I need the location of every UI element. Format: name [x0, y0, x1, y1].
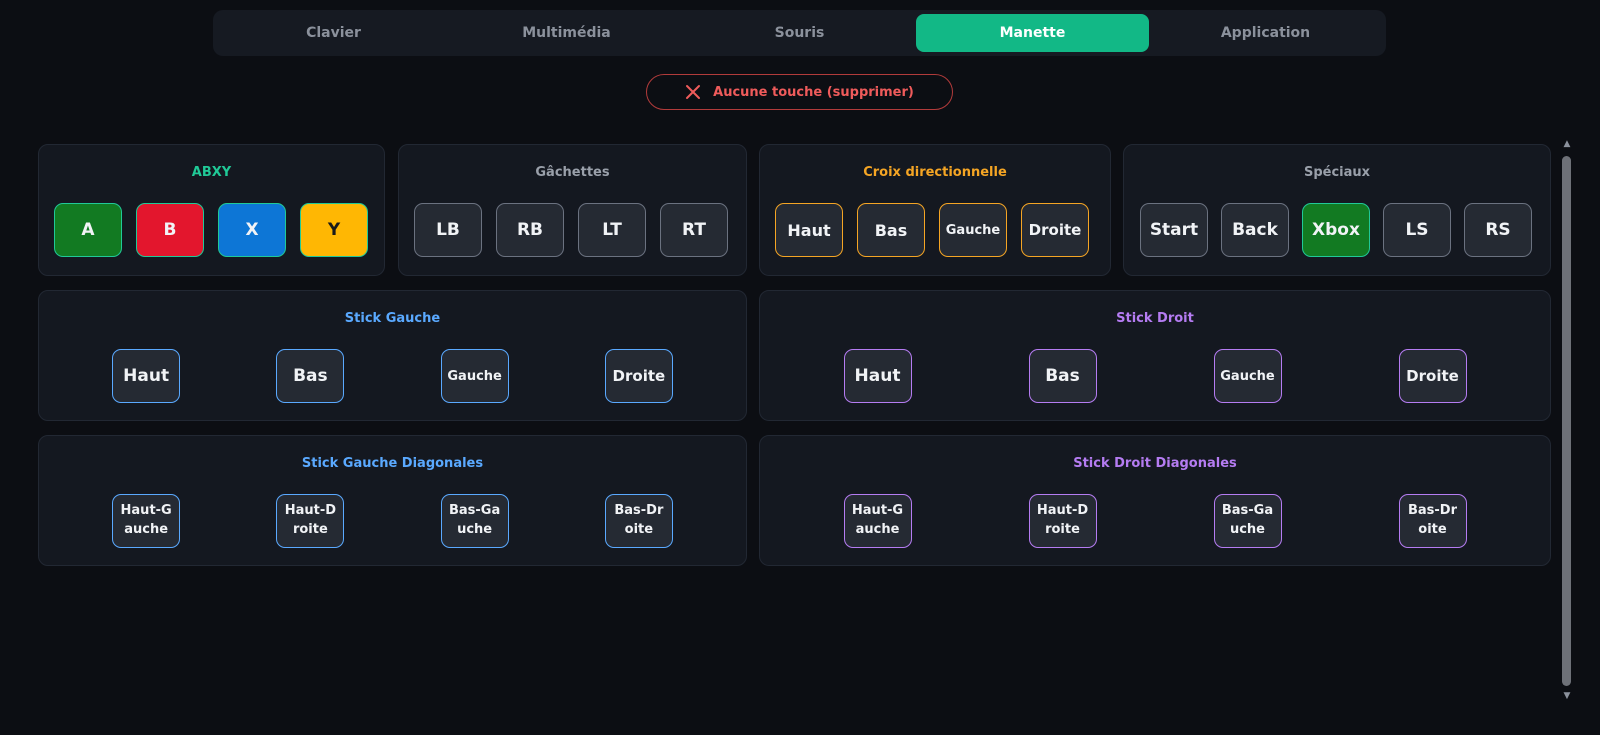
panel-abxy: ABXY ABXY — [38, 144, 385, 276]
key-abxy-y[interactable]: Y — [300, 203, 368, 257]
key-dpad-gauche[interactable]: Gauche — [939, 203, 1007, 257]
scrollbar-thumb[interactable] — [1562, 156, 1571, 686]
key-abxy-b[interactable]: B — [136, 203, 204, 257]
key-left-stick-droite[interactable]: Droite — [604, 349, 673, 403]
tab-souris[interactable]: Souris — [683, 14, 916, 52]
key-triggers-rt[interactable]: RT — [660, 203, 728, 257]
scroll-down-arrow-icon[interactable]: ▼ — [1562, 691, 1572, 701]
key-right-diag-bas-gauche[interactable]: Bas-Ga uche — [1213, 494, 1282, 548]
key-right-diag-bas-droite[interactable]: Bas-Dr oite — [1398, 494, 1467, 548]
tab-manette[interactable]: Manette — [916, 14, 1149, 52]
panel-triggers: Gâchettes LB RB LT RT — [398, 144, 747, 276]
tab-application[interactable]: Application — [1149, 14, 1382, 52]
key-special-rs[interactable]: RS — [1464, 203, 1532, 257]
panel-left-stick: Stick Gauche Haut Bas Gauche Droite — [38, 290, 747, 421]
key-special-back[interactable]: Back — [1221, 203, 1289, 257]
key-left-stick-haut[interactable]: Haut — [112, 349, 181, 403]
key-triggers-lb[interactable]: LB — [414, 203, 482, 257]
panel-right-diagonals: Stick Droit Diagonales Haut-G auche Haut-… — [759, 435, 1551, 566]
panel-title-right-stick: Stick Droit — [1116, 311, 1194, 326]
key-right-diag-haut-gauche[interactable]: Haut-G auche — [843, 494, 912, 548]
key-right-stick-bas[interactable]: Bas — [1028, 349, 1097, 403]
category-tabs: Clavier Multimédia Souris Manette Applic… — [213, 10, 1386, 56]
panel-title-dpad: Croix directionnelle — [863, 165, 1007, 180]
scroll-up-arrow-icon[interactable]: ▲ — [1562, 139, 1572, 149]
tab-multimedia[interactable]: Multimédia — [450, 14, 683, 52]
key-dpad-droite[interactable]: Droite — [1021, 203, 1089, 257]
remove-key-button[interactable]: Aucune touche (supprimer) — [646, 74, 953, 110]
panel-title-triggers: Gâchettes — [535, 165, 610, 180]
key-right-stick-haut[interactable]: Haut — [843, 349, 912, 403]
key-special-start[interactable]: Start — [1140, 203, 1208, 257]
panel-title-right-diagonals: Stick Droit Diagonales — [1073, 456, 1237, 471]
key-triggers-rb[interactable]: RB — [496, 203, 564, 257]
key-right-stick-gauche[interactable]: Gauche — [1213, 349, 1282, 403]
panel-title-special: Spéciaux — [1303, 165, 1371, 180]
key-dpad-haut[interactable]: Haut — [775, 203, 843, 257]
key-left-diag-haut-gauche[interactable]: Haut-G auche — [112, 494, 181, 548]
panel-special: Spéciaux Start Back Xbox LS RS — [1123, 144, 1551, 276]
remove-key-label: Aucune touche (supprimer) — [713, 84, 914, 100]
key-dpad-bas[interactable]: Bas — [857, 203, 925, 257]
key-special-xbox[interactable]: Xbox — [1302, 203, 1370, 257]
key-abxy-x[interactable]: X — [218, 203, 286, 257]
panel-dpad: Croix directionnelle Haut Bas Gauche Droite — [759, 144, 1111, 276]
key-abxy-a[interactable]: A — [54, 203, 122, 257]
key-left-stick-gauche[interactable]: Gauche — [440, 349, 509, 403]
key-left-diag-bas-droite[interactable]: Bas-Dr oite — [604, 494, 673, 548]
panel-title-abxy: ABXY — [191, 165, 232, 180]
panel-title-left-diagonals: Stick Gauche Diagonales — [301, 456, 484, 471]
key-left-stick-bas[interactable]: Bas — [276, 349, 345, 403]
key-right-stick-droite[interactable]: Droite — [1398, 349, 1467, 403]
key-right-diag-haut-droite[interactable]: Haut-D roite — [1028, 494, 1097, 548]
key-special-ls[interactable]: LS — [1383, 203, 1451, 257]
tab-clavier[interactable]: Clavier — [217, 14, 450, 52]
close-icon — [686, 85, 701, 99]
key-left-diag-bas-gauche[interactable]: Bas-Ga uche — [440, 494, 509, 548]
panel-left-diagonals: Stick Gauche Diagonales Haut-G auche Haut… — [38, 435, 747, 566]
panel-title-left-stick: Stick Gauche — [344, 311, 441, 326]
panel-right-stick: Stick Droit Haut Bas Gauche Droite — [759, 290, 1551, 421]
key-triggers-lt[interactable]: LT — [578, 203, 646, 257]
key-left-diag-haut-droite[interactable]: Haut-D roite — [276, 494, 345, 548]
